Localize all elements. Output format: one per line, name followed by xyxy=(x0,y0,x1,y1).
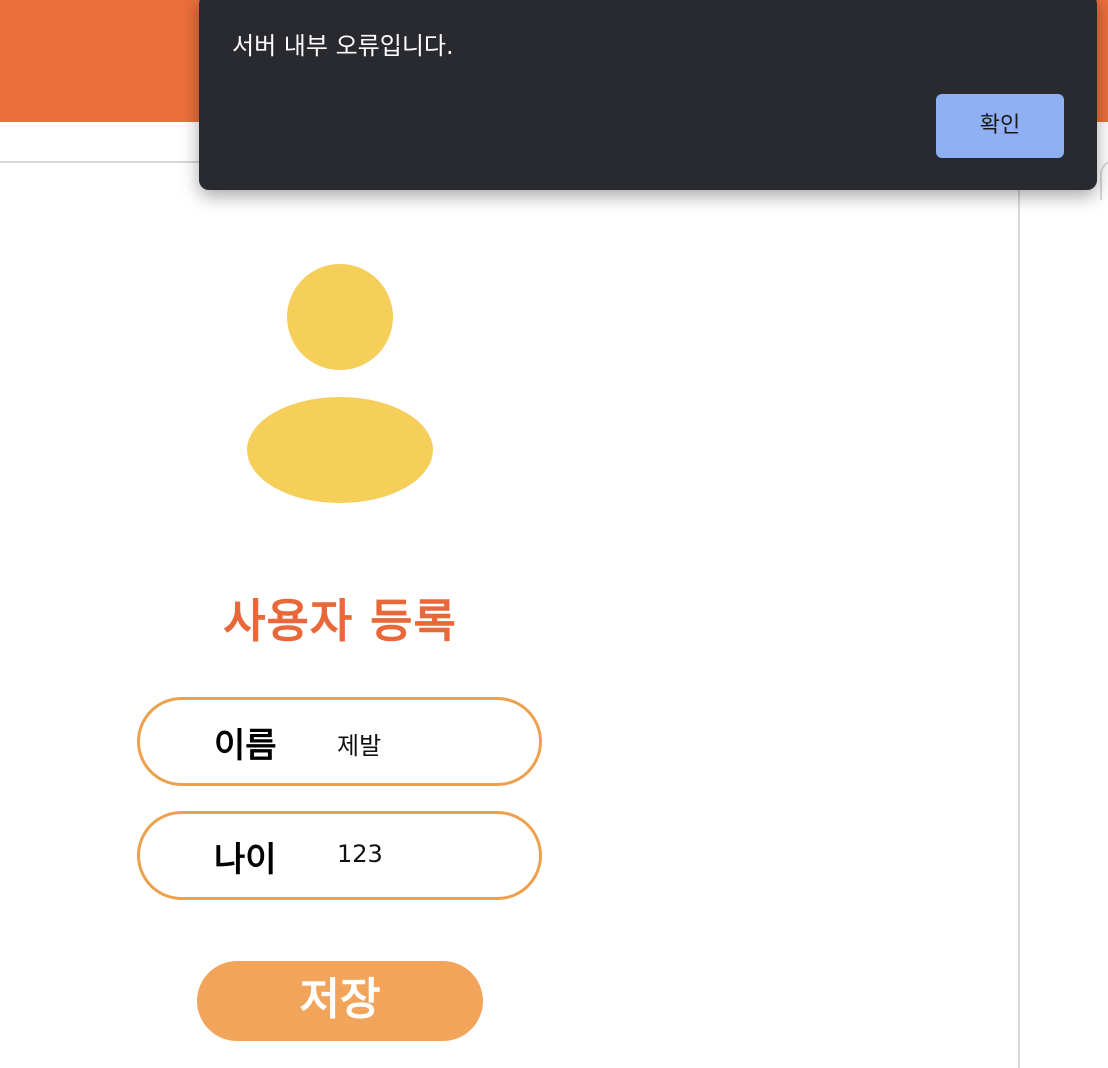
side-panel-corner xyxy=(1100,160,1108,200)
confirm-button[interactable]: 확인 xyxy=(936,94,1064,158)
error-message: 서버 내부 오류입니다. xyxy=(232,32,454,60)
name-field[interactable]: 이름 제발 xyxy=(137,697,542,786)
side-panel-border xyxy=(1018,162,1020,1068)
age-label: 나이 xyxy=(214,840,277,880)
age-input[interactable]: 123 xyxy=(337,840,383,868)
user-icon-body xyxy=(247,397,433,503)
user-icon-head xyxy=(287,264,393,370)
name-label: 이름 xyxy=(214,726,277,766)
name-input[interactable]: 제발 xyxy=(337,726,381,761)
error-dialog: 서버 내부 오류입니다. 확인 xyxy=(199,0,1097,190)
save-button[interactable]: 저장 xyxy=(197,961,483,1041)
page-title: 사용자 등록 xyxy=(223,594,457,648)
age-field[interactable]: 나이 123 xyxy=(137,811,542,900)
